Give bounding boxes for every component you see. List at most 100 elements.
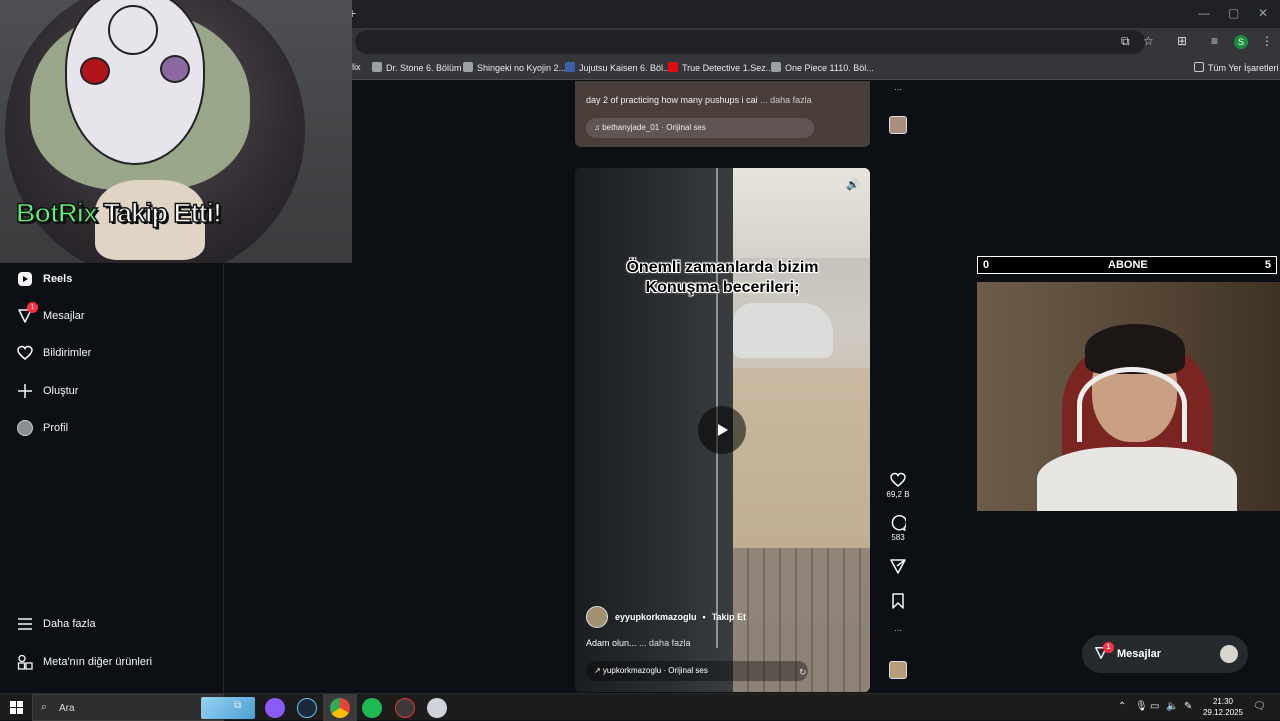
maximize-icon[interactable]: ▢ <box>1228 6 1239 20</box>
folder-icon <box>1194 62 1204 72</box>
sidebar-item-more[interactable]: Daha fazla <box>16 613 96 635</box>
network-icon[interactable]: ▭ <box>1150 701 1159 712</box>
reel-caption: day 2 of practicing how many pushups i c… <box>586 95 812 105</box>
follow-button[interactable]: Takip Et <box>712 612 746 622</box>
bookmark-icon <box>892 593 904 609</box>
meta-apps-icon <box>16 653 34 671</box>
bookmark-favicon-icon <box>565 62 575 72</box>
chrome-icon[interactable] <box>330 698 350 718</box>
audio-thumbnail[interactable] <box>889 116 907 134</box>
bookmark-item[interactable]: One Piece 1110. Böl... <box>771 62 874 73</box>
reel-caption: Adam olun... ... daha fazla <box>586 638 691 648</box>
discord-icon[interactable] <box>265 698 285 718</box>
sidebar-item-profile[interactable]: Profil <box>16 417 68 439</box>
comment-button[interactable]: 583 <box>884 515 912 542</box>
comment-count: 583 <box>891 533 905 542</box>
messenger-icon: 1 <box>16 302 38 325</box>
bookmark-favicon-icon <box>372 62 382 72</box>
goal-label: ABONE <box>1108 259 1148 271</box>
save-button[interactable] <box>884 593 912 611</box>
sidebar-item-meta-products[interactable]: Meta'nın diğer ürünleri <box>16 651 152 673</box>
play-button[interactable] <box>698 406 746 454</box>
windows-start-icon[interactable] <box>10 701 23 714</box>
volume-icon[interactable]: 🔊 <box>846 178 860 191</box>
sidebar-item-label: Daha fazla <box>43 618 96 630</box>
more-link[interactable]: ... daha fazla <box>639 638 691 648</box>
webcam-feed <box>977 282 1280 511</box>
task-view-icon[interactable]: ⧉ <box>234 700 241 711</box>
heart-icon <box>16 344 34 362</box>
spotify-icon[interactable] <box>362 698 382 718</box>
extensions-icon[interactable]: ⊞ <box>1177 34 1187 48</box>
notifications-icon[interactable]: 🗨 <box>1253 701 1266 712</box>
app-icon[interactable] <box>427 698 447 718</box>
bookmark-item[interactable]: Shingeki no Kyojin 2... <box>463 62 566 73</box>
more-options-icon[interactable]: ··· <box>884 85 912 94</box>
stream-alert-overlay: BotRix Takip Etti! <box>0 0 352 263</box>
search-highlight-image <box>201 697 255 719</box>
bookmark-item[interactable]: lix <box>352 62 361 72</box>
bookmark-favicon-icon <box>463 62 473 72</box>
author-avatar[interactable] <box>586 606 608 628</box>
bookmark-item[interactable]: True Detective 1.Sez... <box>668 62 773 73</box>
unread-badge: 1 <box>27 302 38 313</box>
search-icon: ⌕ <box>41 701 48 713</box>
audio-sync-icon: ↻ <box>799 667 807 677</box>
profile-avatar[interactable]: S <box>1234 35 1248 49</box>
sidebar-item-reels[interactable]: Reels <box>16 268 72 290</box>
reel-audio-chip[interactable]: ♫ bethanyjade_01 · Orijinal ses <box>586 118 814 138</box>
menu-dots-icon[interactable]: ⋮ <box>1261 34 1273 48</box>
microphone-icon[interactable]: 🎙 <box>1135 701 1148 712</box>
comment-icon <box>891 515 906 531</box>
send-icon <box>890 559 906 574</box>
all-bookmarks-folder[interactable]: Tüm Yer İşaretleri <box>1194 62 1279 73</box>
bookmark-favicon-icon <box>771 62 781 72</box>
sidebar-item-label: Meta'nın diğer ürünleri <box>43 656 153 668</box>
media-controls-icon[interactable]: ≡ <box>1211 34 1218 48</box>
share-button[interactable] <box>884 558 912 576</box>
reels-icon <box>16 270 34 288</box>
more-options-icon[interactable]: ··· <box>884 626 912 635</box>
taskbar-search[interactable]: ⌕ Ara <box>32 694 255 721</box>
taskbar-clock[interactable]: 21:30 29.12.2025 <box>1198 696 1248 718</box>
volume-icon[interactable]: 🔈 <box>1166 701 1178 712</box>
unread-badge: 1 <box>1103 642 1114 653</box>
chevron-up-icon[interactable]: ⌃ <box>1118 701 1126 712</box>
profile-avatar-icon <box>16 419 34 437</box>
audio-thumbnail[interactable] <box>889 661 907 679</box>
like-count: 69,2 B <box>886 490 910 499</box>
sidebar-item-label: Reels <box>43 273 73 285</box>
close-icon[interactable]: ✕ <box>1258 6 1268 20</box>
video-overlay-text: Önemli zamanlarda bizim Konuşma becerile… <box>626 259 819 296</box>
more-link[interactable]: ... daha fazla <box>760 95 812 105</box>
goal-target: 5 <box>1264 259 1271 271</box>
windows-taskbar: ⌕ Ara ⧉ ⌃ 🎙 ▭ 🔈 ✎ 21:30 29.12.2025 🗨 <box>0 693 1280 721</box>
sidebar-item-messages[interactable]: 1 Mesajlar <box>16 302 85 327</box>
bookmark-item[interactable]: Dr. Stone 6. Bölüm <box>372 62 462 73</box>
like-button[interactable]: 69,2 B <box>884 472 912 499</box>
reel-video[interactable]: Önemli zamanlarda bizim Konuşma becerile… <box>575 168 870 692</box>
bookmark-item[interactable]: Jujutsu Kaisen 6. Böl... <box>565 62 671 73</box>
bookmark-star-icon[interactable]: ☆ <box>1143 34 1154 48</box>
address-bar[interactable] <box>355 30 1145 54</box>
previous-reel-card[interactable]: day 2 of practicing how many pushups i c… <box>575 81 870 147</box>
obs-icon[interactable] <box>395 698 415 718</box>
messages-popup-button[interactable]: 1 Mesajlar <box>1082 635 1248 673</box>
minimize-icon[interactable]: — <box>1198 6 1210 20</box>
heart-icon <box>890 472 906 487</box>
goal-current: 0 <box>983 259 990 271</box>
music-note-icon: ♫ <box>594 123 600 132</box>
contact-avatar <box>1220 645 1238 663</box>
subscriber-goal-bar: 0 ABONE 5 <box>977 256 1277 274</box>
sidebar-item-notifications[interactable]: Bildirimler <box>16 342 91 364</box>
sidebar-item-label: Mesajlar <box>43 310 85 322</box>
pen-icon[interactable]: ✎ <box>1184 701 1192 712</box>
reel-audio-chip[interactable]: ↗ yupkorkmazoglu · Orijinal ses <box>586 661 808 681</box>
steam-icon[interactable] <box>297 698 317 718</box>
headset <box>1077 367 1187 442</box>
author-username[interactable]: eyyupkorkmazoglu <box>615 612 697 622</box>
sidebar-item-label: Bildirimler <box>43 347 92 359</box>
sidebar-item-create[interactable]: Oluştur <box>16 380 78 402</box>
follow-alert-text: BotRix Takip Etti! <box>15 197 223 229</box>
cast-icon[interactable]: ⧉ <box>1121 34 1130 49</box>
